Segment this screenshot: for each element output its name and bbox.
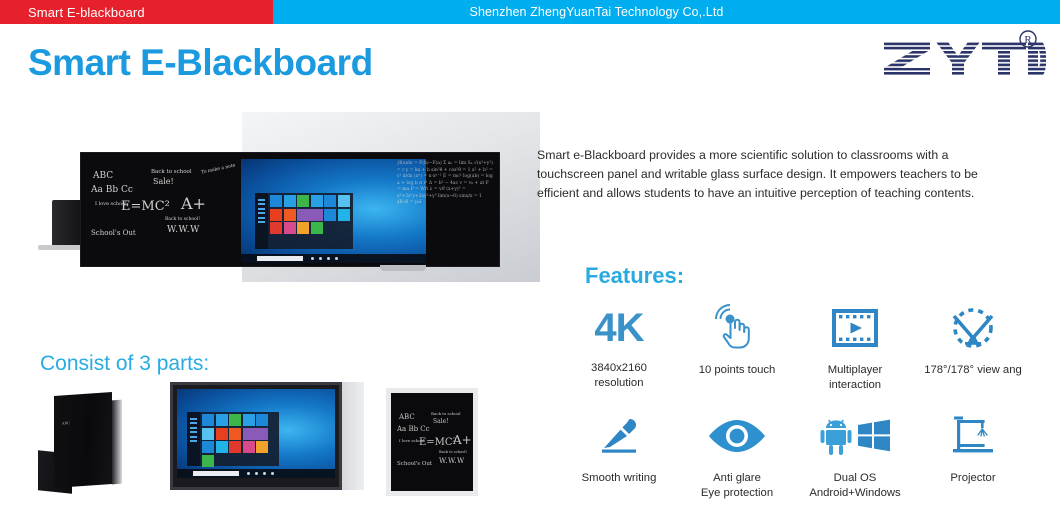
feature-touch-points: 10 points touch <box>678 300 796 392</box>
top-bar: Smart E-blackboard Shenzhen ZhengYuanTai… <box>0 0 1060 24</box>
feature-label: 178°/178° view ang <box>924 364 1022 376</box>
chalk-back-to-school: Back to school <box>431 411 461 416</box>
board-frame: ABC Aa Bb Cc I love school E=MC² A+ Back… <box>386 388 478 496</box>
features-row-2: Smooth writing Anti glare Eye protection <box>560 408 1060 500</box>
chalk-a-plus: A+ <box>453 433 472 447</box>
chalk-emc2: E=MC² <box>419 437 457 448</box>
chalk-back-to-school: Back to school <box>151 169 192 175</box>
chalk-alphabet: Aa Bb Cc <box>397 425 430 433</box>
thumbnail-blackboard-panel-angled: ABC <box>28 390 136 498</box>
board-surface: ABC Aa Bb Cc I love school E=MC² A+ Back… <box>391 393 473 491</box>
feature-label: 3840x2160 resolution <box>591 362 647 389</box>
hero-product-image: ABC Aa Bb Cc I love school E=MC² A+ Back… <box>20 112 540 292</box>
registered-trademark-icon: R <box>1019 30 1037 48</box>
chalk-alphabet: Aa Bb Cc <box>91 185 133 195</box>
product-description: Smart e-Blackboard provides a more scien… <box>537 148 978 201</box>
topbar-company-name: Shenzhen ZhengYuanTai Technology Co,.Ltd <box>273 0 1060 24</box>
view-angle-icon <box>948 300 998 356</box>
thumbnail-blackboard-portrait: ABC Aa Bb Cc I love school E=MC² A+ Back… <box>382 388 486 500</box>
feature-label: Projector <box>950 472 996 485</box>
chalk-sale: Sale! <box>153 177 174 186</box>
features-heading: Features: <box>585 263 685 288</box>
chalk-a-plus: A+ <box>181 194 206 213</box>
chalk-back-to-school-2: Back to school! <box>165 217 201 222</box>
pen-writing-icon <box>596 408 642 464</box>
topbar-product-label: Smart E-blackboard <box>0 0 273 24</box>
svg-text:R: R <box>1024 34 1032 46</box>
hero-equations-right: ∫f(x)dx = F(b)−F(a) Σ aₙ = lim Sₙ √(x²+y… <box>397 161 493 206</box>
feature-smooth-writing: Smooth writing <box>560 408 678 500</box>
feature-eye-protection: Anti glare Eye protection <box>678 408 796 500</box>
search-box <box>257 256 303 261</box>
display-screen <box>177 389 335 478</box>
chalk-www: W.W.W <box>439 457 465 465</box>
parts-heading: Consist of 3 parts: <box>40 352 210 375</box>
chalk-schools-out: School's Out <box>397 461 433 467</box>
thumbnail-windows-touchscreen-display <box>170 382 364 492</box>
start-menu-tiles <box>200 412 279 467</box>
start-menu <box>255 193 353 249</box>
start-menu-rail <box>187 412 200 466</box>
hero-chalk-writing-left: ABC Aa Bb Cc I love school E=MC² A+ Back… <box>81 153 241 266</box>
start-menu <box>187 412 279 467</box>
search-box <box>193 471 239 476</box>
chalk-www: W.W.W <box>167 225 200 235</box>
feature-label: Dual OS Android+Windows <box>809 472 901 500</box>
start-menu-tiles <box>268 193 353 249</box>
chalk-corner-note: To make a note <box>200 163 236 176</box>
chalk-abc: ABC <box>399 413 415 421</box>
film-play-icon <box>832 300 878 356</box>
features-row-1: 4K 3840x2160 resolution 10 points touch … <box>560 300 1060 392</box>
hero-blackboard: ABC Aa Bb Cc I love school E=MC² A+ Back… <box>80 152 500 267</box>
feature-multiplayer: Multiplayer interaction <box>796 300 914 392</box>
feature-resolution: 4K 3840x2160 resolution <box>560 300 678 392</box>
eye-icon <box>706 408 768 464</box>
feature-label: Anti glare Eye protection <box>700 472 774 500</box>
panel-edge <box>112 399 122 485</box>
windows-logo <box>858 419 890 452</box>
touch-hand-icon <box>713 300 761 356</box>
features-grid: 4K 3840x2160 resolution 10 points touch … <box>560 300 1060 501</box>
feature-dual-os: Dual OS Android+Windows <box>796 408 914 500</box>
board-chalk-writing: ABC Aa Bb Cc I love school E=MC² A+ Back… <box>391 393 473 491</box>
windows-taskbar <box>177 469 335 478</box>
hero-pen-tray <box>380 265 426 271</box>
hero-side-module <box>52 200 82 246</box>
chalk-back-to-school-2: Back to school! <box>439 450 467 454</box>
product-page: Smart E-blackboard Shenzhen ZhengYuanTai… <box>0 0 1060 530</box>
start-menu-rail <box>255 193 268 249</box>
feature-label: Smooth writing <box>581 472 657 485</box>
android-robot <box>820 420 852 456</box>
display-bezel <box>170 382 342 490</box>
chalk-schools-out: School's Out <box>91 229 136 237</box>
page-title: Smart E-Blackboard <box>28 42 373 83</box>
display-side <box>342 382 364 490</box>
chalk-abc: ABC <box>93 171 114 181</box>
projector-icon <box>950 408 996 464</box>
feature-view-angle: 178°/178° view ang <box>914 300 1032 392</box>
android-windows-icon <box>820 408 890 464</box>
feature-label: 10 points touch <box>698 364 776 376</box>
feature-label: Multiplayer interaction <box>827 364 883 391</box>
panel-board <box>54 391 112 489</box>
zytd-logo: R <box>878 30 1046 80</box>
feature-projector: Projector <box>914 408 1032 500</box>
chalk-emc2: E=MC² <box>121 199 170 214</box>
4k-text-icon: 4K <box>594 306 644 350</box>
chalk-sale: Sale! <box>433 418 449 425</box>
